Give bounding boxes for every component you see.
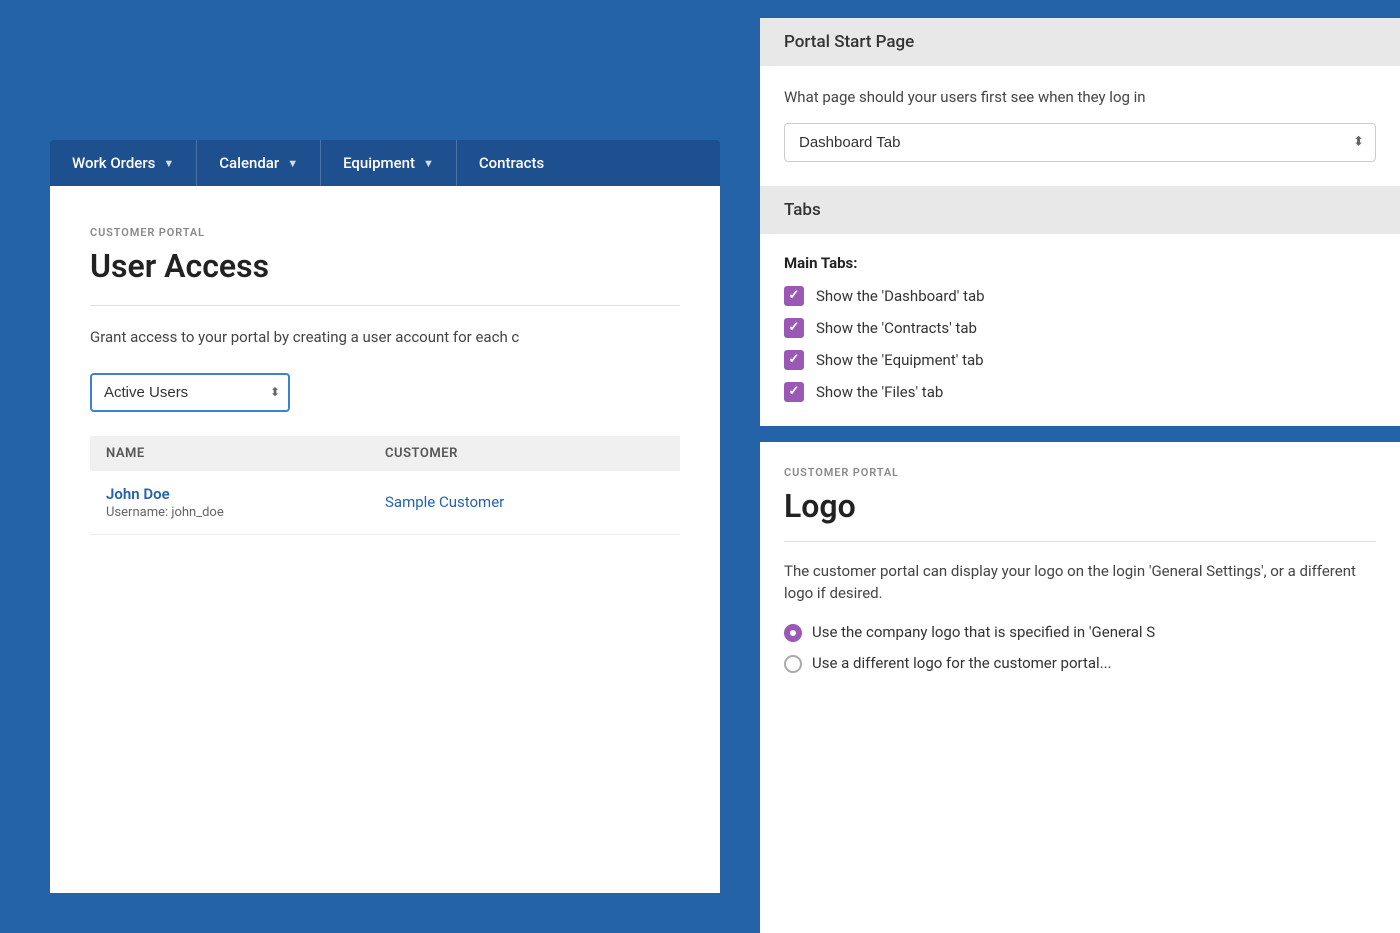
user-access-card: CUSTOMER PORTAL User Access Grant access… [50,186,720,893]
portal-start-select[interactable]: Dashboard Tab Contracts Tab Equipment Ta… [784,123,1376,162]
checkbox-dashboard: Show the 'Dashboard' tab [784,286,1376,306]
nav-equipment-chevron: ▼ [423,157,434,170]
page-title: User Access [90,247,680,285]
radio-company-logo-label: Use the company logo that is specified i… [812,623,1155,641]
right-top-spacer [760,0,1400,18]
logo-section: CUSTOMER PORTAL Logo The customer portal… [760,442,1400,933]
customer-link[interactable]: Sample Customer [385,485,664,520]
user-name-link[interactable]: John Doe [106,485,385,503]
user-username: Username: john_doe [106,505,385,520]
checkbox-files-label: Show the 'Files' tab [816,383,943,401]
title-divider [90,305,680,306]
radio-different-logo-label: Use a different logo for the customer po… [812,654,1112,672]
nav-contracts-label: Contracts [479,154,544,172]
nav-work-orders[interactable]: Work Orders ▼ [50,140,197,186]
radio-company-logo-icon[interactable] [784,624,802,642]
nav-work-orders-chevron: ▼ [163,157,174,170]
left-top-bar [50,40,720,140]
checkbox-equipment: Show the 'Equipment' tab [784,350,1376,370]
blue-divider [760,426,1400,442]
logo-section-title: Logo [784,487,1376,525]
user-filter-wrapper: Active Users Inactive Users All Users [90,373,290,412]
nav-calendar[interactable]: Calendar ▼ [197,140,321,186]
tabs-section: Tabs Main Tabs: Show the 'Dashboard' tab… [760,186,1400,426]
checkbox-equipment-label: Show the 'Equipment' tab [816,351,984,369]
user-info: John Doe Username: john_doe [106,485,385,520]
logo-divider [784,541,1376,542]
checkbox-dashboard-label: Show the 'Dashboard' tab [816,287,985,305]
nav-calendar-label: Calendar [219,154,279,172]
checkbox-contracts-icon[interactable] [784,318,804,338]
portal-start-section: Portal Start Page What page should your … [760,18,1400,186]
radio-different-logo: Use a different logo for the customer po… [784,654,1376,673]
portal-start-header: Portal Start Page [760,18,1400,66]
nav-equipment[interactable]: Equipment ▼ [321,140,457,186]
radio-company-logo: Use the company logo that is specified i… [784,623,1376,642]
portal-start-select-wrapper: Dashboard Tab Contracts Tab Equipment Ta… [784,123,1376,162]
checkbox-equipment-icon[interactable] [784,350,804,370]
user-filter-select[interactable]: Active Users Inactive Users All Users [90,373,290,412]
right-panel: Portal Start Page What page should your … [760,0,1400,933]
logo-description: The customer portal can display your log… [784,560,1376,605]
tabs-section-header: Tabs [760,186,1400,234]
description-text: Grant access to your portal by creating … [90,326,680,349]
col-header-name: NAME [106,446,385,461]
checkbox-dashboard-icon[interactable] [784,286,804,306]
checkbox-contracts: Show the 'Contracts' tab [784,318,1376,338]
nav-work-orders-label: Work Orders [72,154,155,172]
radio-different-logo-icon[interactable] [784,655,802,673]
checkbox-files-icon[interactable] [784,382,804,402]
nav-bar: Work Orders ▼ Calendar ▼ Equipment ▼ Con… [50,140,720,186]
logo-section-content: CUSTOMER PORTAL Logo The customer portal… [760,442,1400,709]
nav-calendar-chevron: ▼ [287,157,298,170]
main-tabs-label: Main Tabs: [784,254,1376,272]
col-header-customer: CUSTOMER [385,446,664,461]
logo-section-label: CUSTOMER PORTAL [784,466,1376,479]
nav-equipment-label: Equipment [343,154,415,172]
table-row: John Doe Username: john_doe Sample Custo… [90,471,680,535]
table-header: NAME CUSTOMER [90,436,680,471]
portal-start-body: What page should your users first see wh… [760,66,1400,186]
nav-contracts[interactable]: Contracts [457,140,566,186]
checkbox-contracts-label: Show the 'Contracts' tab [816,319,977,337]
left-panel: Work Orders ▼ Calendar ▼ Equipment ▼ Con… [0,0,760,933]
section-label: CUSTOMER PORTAL [90,226,680,239]
tabs-section-body: Main Tabs: Show the 'Dashboard' tab Show… [760,234,1400,426]
portal-start-description: What page should your users first see wh… [784,86,1376,109]
checkbox-files: Show the 'Files' tab [784,382,1376,402]
